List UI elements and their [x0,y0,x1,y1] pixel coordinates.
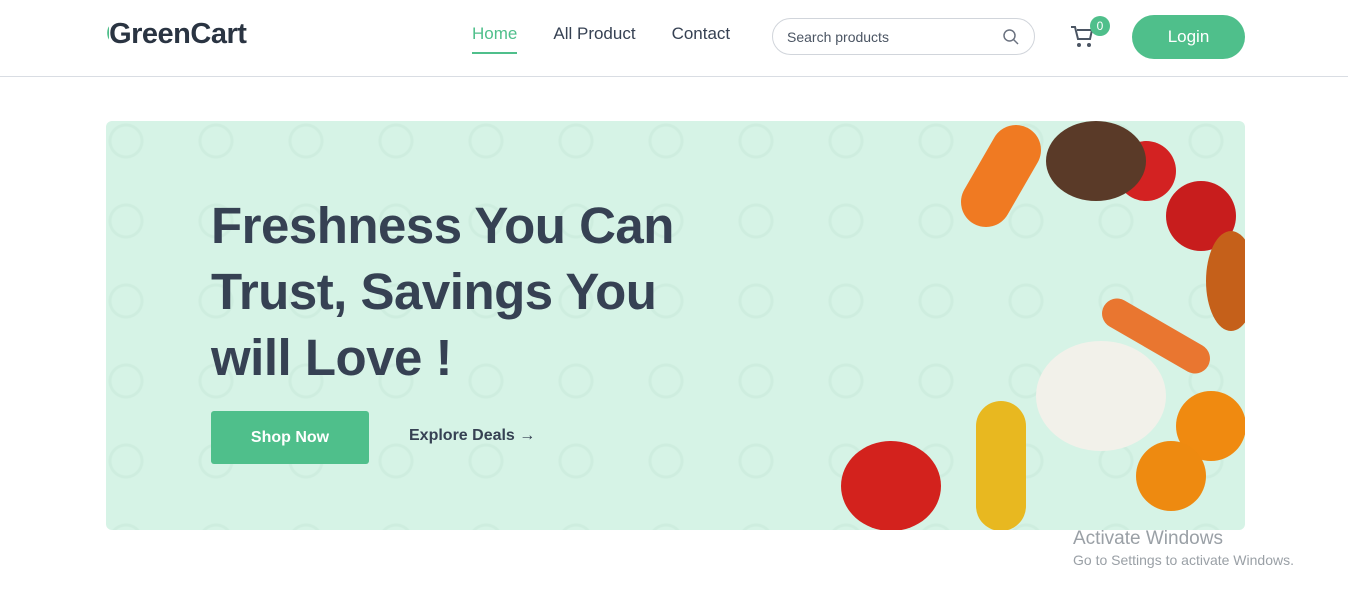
search-placeholder: Search products [787,28,889,45]
explore-deals-label: Explore Deals [409,427,515,444]
windows-activation-watermark: Activate Windows Go to Settings to activ… [1073,528,1294,568]
navbar: GGreenCart Home All Product Contact Sear… [0,0,1348,77]
shop-now-button[interactable]: Shop Now [211,411,369,464]
nav-home[interactable]: Home [472,24,518,54]
nav-contact[interactable]: Contact [672,24,731,54]
nav-all-product[interactable]: All Product [553,24,635,54]
logo[interactable]: GGreenCart [106,18,247,51]
search-icon[interactable] [1002,28,1020,46]
logo-text: GreenCart [109,18,247,51]
arrow-right-icon: → [519,427,536,444]
search-input[interactable]: Search products [772,18,1035,55]
explore-deals-link[interactable]: Explore Deals → [409,427,535,445]
hero-banner: Freshness You Can Trust, Savings You wil… [106,121,1245,530]
watermark-title: Activate Windows [1073,528,1223,549]
login-button[interactable]: Login [1132,15,1245,59]
cart-button[interactable]: 0 [1070,16,1110,55]
watermark-subtitle: Go to Settings to activate Windows. [1073,552,1294,568]
cart-count-badge: 0 [1090,16,1110,36]
hero-title: Freshness You Can Trust, Savings You wil… [211,197,674,386]
